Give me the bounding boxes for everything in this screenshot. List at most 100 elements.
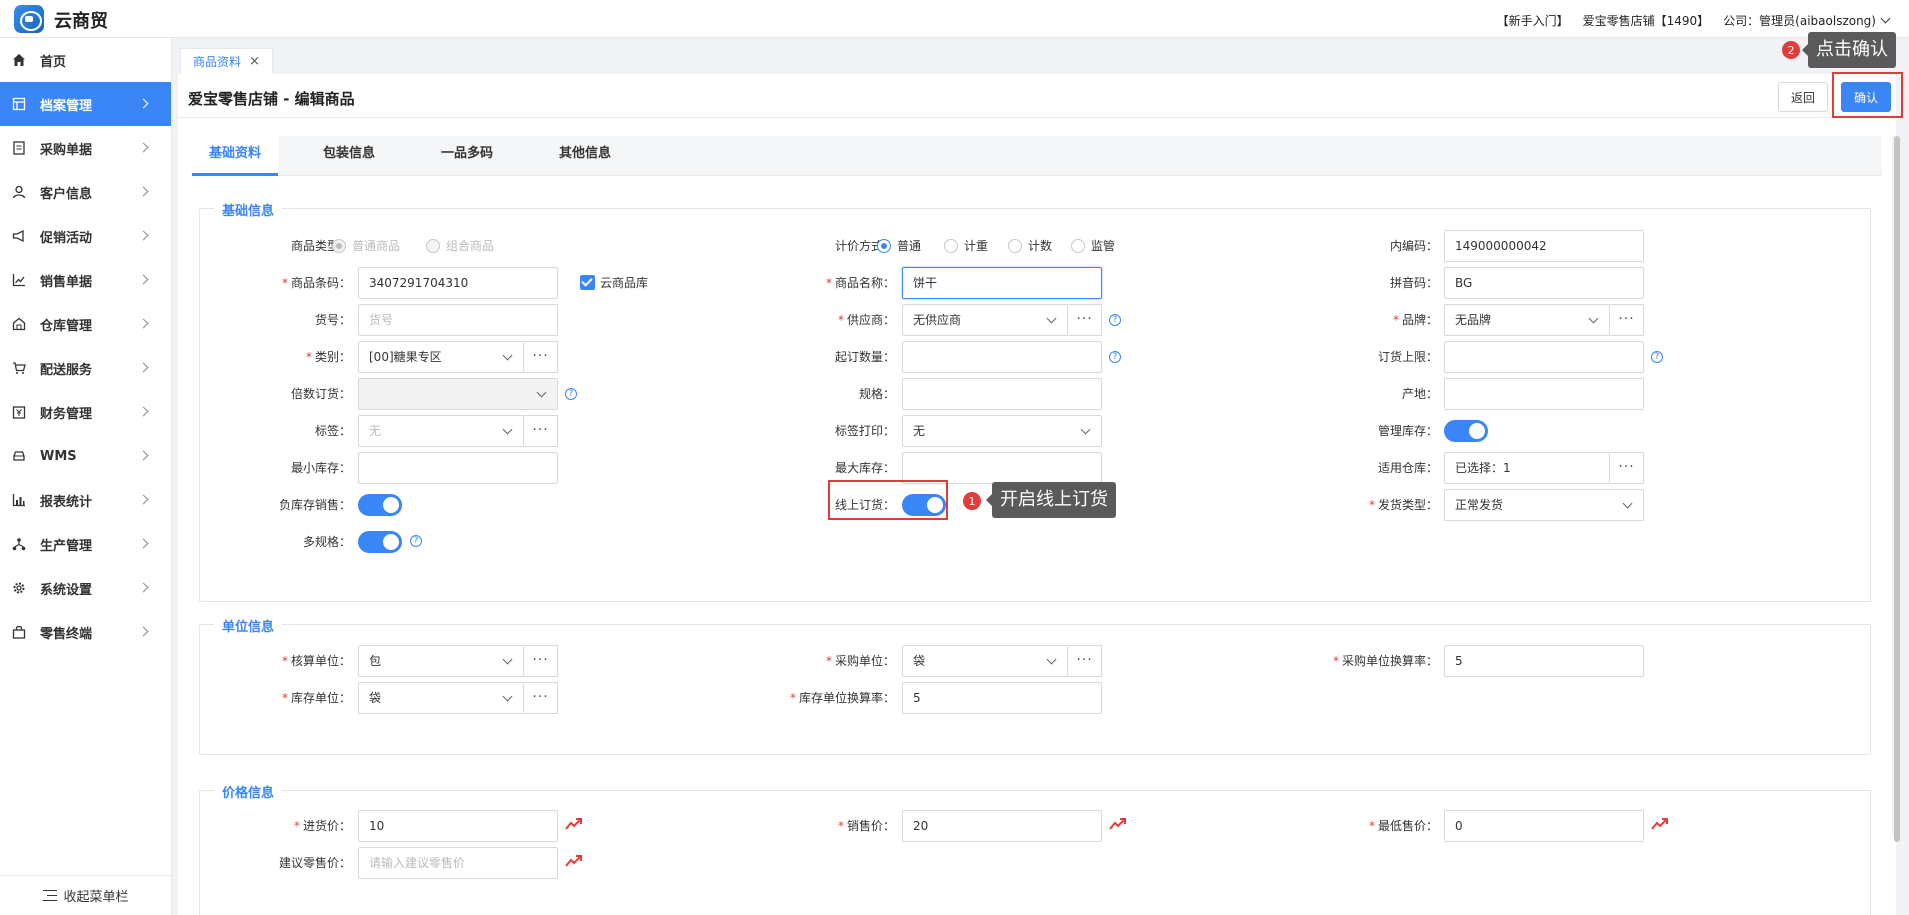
item-no-input[interactable]: 货号 bbox=[358, 304, 558, 336]
pinyin-input[interactable]: BG bbox=[1444, 267, 1644, 299]
price-trend-icon[interactable] bbox=[1109, 817, 1127, 831]
supplier-more-button[interactable]: ··· bbox=[1068, 304, 1102, 336]
warehouse-select[interactable]: 已选择：1 bbox=[1444, 452, 1610, 484]
order-limit-input[interactable] bbox=[1444, 341, 1644, 373]
warehouse-more-button[interactable]: ··· bbox=[1610, 452, 1644, 484]
sidebar-item-customer[interactable]: 客户信息 bbox=[0, 170, 171, 214]
accounting-unit-select[interactable]: 包 bbox=[358, 645, 524, 677]
tab-packaging-info[interactable]: 包装信息 bbox=[306, 136, 392, 176]
min-stock-label: 最小库存： bbox=[290, 461, 351, 475]
purchase-unit-select[interactable]: 袋 bbox=[902, 645, 1068, 677]
sidebar-item-delivery[interactable]: 配送服务 bbox=[0, 346, 171, 390]
sidebar-item-label: 采购单据 bbox=[40, 142, 93, 158]
beginner-guide-link[interactable]: 【新手入门】 bbox=[1497, 12, 1569, 29]
collapse-menu-button[interactable]: 收起菜单栏 bbox=[0, 875, 172, 915]
inner-code-input[interactable]: 149000000042 bbox=[1444, 230, 1644, 262]
back-button[interactable]: 返回 bbox=[1778, 82, 1828, 112]
ship-type-select[interactable]: 正常发货 bbox=[1444, 489, 1644, 521]
chevron-right-icon bbox=[138, 362, 149, 373]
min-order-label: 起订数量： bbox=[834, 350, 895, 364]
chevron-down-icon bbox=[1622, 498, 1633, 509]
sale-price-input[interactable]: 20 bbox=[902, 810, 1102, 842]
radio-pricing-regulated[interactable] bbox=[1071, 239, 1085, 253]
min-order-input[interactable] bbox=[902, 341, 1102, 373]
radio-normal-product[interactable] bbox=[332, 239, 346, 253]
stock-unit-more-button[interactable]: ··· bbox=[524, 682, 558, 714]
sidebar-item-wms[interactable]: WMS bbox=[0, 434, 171, 478]
archive-icon bbox=[12, 97, 26, 111]
cost-price-input[interactable]: 10 bbox=[358, 810, 558, 842]
multiple-order-select[interactable] bbox=[358, 378, 558, 410]
help-icon[interactable]: ? bbox=[565, 388, 577, 400]
purchase-unit-label: * 采购单位： bbox=[825, 654, 895, 668]
origin-input[interactable] bbox=[1444, 378, 1644, 410]
sidebar-item-retail-terminal[interactable]: 零售终端 bbox=[0, 610, 171, 654]
product-name-label: * 商品名称： bbox=[825, 276, 895, 290]
tag-select[interactable]: 无 bbox=[358, 415, 524, 447]
sidebar-item-finance[interactable]: 财务管理 bbox=[0, 390, 171, 434]
purchase-rate-input[interactable]: 5 bbox=[1444, 645, 1644, 677]
brand-more-button[interactable]: ··· bbox=[1610, 304, 1644, 336]
sidebar-item-reports[interactable]: 报表统计 bbox=[0, 478, 171, 522]
help-icon[interactable]: ? bbox=[1109, 314, 1121, 326]
category-select[interactable]: [00]糖果专区 bbox=[358, 341, 524, 373]
multi-spec-label: 多规格： bbox=[302, 535, 351, 549]
brand-select[interactable]: 无品牌 bbox=[1444, 304, 1610, 336]
suggested-retail-input[interactable]: 请输入建议零售价 bbox=[358, 847, 558, 879]
inner-code-label: 内编码： bbox=[1389, 239, 1438, 253]
stock-rate-input[interactable]: 5 bbox=[902, 682, 1102, 714]
supplier-select[interactable]: 无供应商 bbox=[902, 304, 1068, 336]
sidebar-item-home[interactable]: 首页 bbox=[0, 38, 171, 82]
radio-pricing-count[interactable] bbox=[1008, 239, 1022, 253]
close-icon[interactable]: × bbox=[249, 54, 260, 69]
barcode-input[interactable]: 3407291704310 bbox=[358, 267, 558, 299]
product-name-input[interactable]: 饼干 bbox=[902, 267, 1102, 299]
tab-multi-barcode[interactable]: 一品多码 bbox=[424, 136, 510, 176]
radio-pricing-normal[interactable] bbox=[877, 239, 891, 253]
price-trend-icon[interactable] bbox=[565, 817, 583, 831]
ship-type-label: * 发货类型： bbox=[1368, 498, 1438, 512]
cloud-library-checkbox[interactable] bbox=[580, 275, 595, 290]
tag-print-label: 标签打印： bbox=[834, 424, 895, 438]
sidebar-item-archive[interactable]: 档案管理 bbox=[0, 82, 171, 126]
negative-stock-sale-switch[interactable] bbox=[358, 494, 402, 516]
scrollbar-thumb[interactable] bbox=[1894, 136, 1900, 842]
tag-more-button[interactable]: ··· bbox=[524, 415, 558, 447]
sidebar-item-label: 报表统计 bbox=[40, 494, 93, 510]
category-more-button[interactable]: ··· bbox=[524, 341, 558, 373]
multi-spec-switch[interactable] bbox=[358, 531, 402, 553]
company-user-menu[interactable]: 公司：管理员(aibaolszong) bbox=[1723, 12, 1891, 29]
help-icon[interactable]: ? bbox=[410, 535, 422, 547]
accounting-unit-label: * 核算单位： bbox=[281, 654, 351, 668]
purchase-unit-more-button[interactable]: ··· bbox=[1068, 645, 1102, 677]
tab-other-info[interactable]: 其他信息 bbox=[542, 136, 628, 176]
spec-input[interactable] bbox=[902, 378, 1102, 410]
radio-pricing-weight[interactable] bbox=[944, 239, 958, 253]
accounting-unit-more-button[interactable]: ··· bbox=[524, 645, 558, 677]
min-stock-input[interactable] bbox=[358, 452, 558, 484]
sidebar-item-sales[interactable]: 销售单据 bbox=[0, 258, 171, 302]
collapse-menu-label: 收起菜单栏 bbox=[63, 890, 129, 905]
chevron-right-icon bbox=[138, 142, 149, 153]
tab-label: 商品资料 bbox=[193, 55, 242, 69]
manage-stock-switch[interactable] bbox=[1444, 420, 1488, 442]
sidebar-item-warehouse[interactable]: 仓库管理 bbox=[0, 302, 171, 346]
lowest-price-input[interactable]: 0 bbox=[1444, 810, 1644, 842]
help-icon[interactable]: ? bbox=[1109, 351, 1121, 363]
sidebar-item-production[interactable]: 生产管理 bbox=[0, 522, 171, 566]
radio-combo-product[interactable] bbox=[426, 239, 440, 253]
price-trend-icon[interactable] bbox=[565, 854, 583, 868]
item-no-label: 货号： bbox=[314, 313, 351, 327]
tab-basic-info[interactable]: 基础资料 bbox=[192, 136, 278, 176]
sidebar-item-settings[interactable]: 系统设置 bbox=[0, 566, 171, 610]
help-icon[interactable]: ? bbox=[1651, 351, 1663, 363]
top-right-info: 【新手入门】 爱宝零售店铺【1490】 公司：管理员(aibaolszong) bbox=[1497, 12, 1891, 29]
pricing-method-label: 计价方式： bbox=[834, 239, 895, 253]
price-trend-icon[interactable] bbox=[1651, 817, 1669, 831]
radio-label: 监管 bbox=[1091, 239, 1116, 253]
tab-product-info[interactable]: 商品资料 × bbox=[180, 48, 273, 74]
tag-print-select[interactable]: 无 bbox=[902, 415, 1102, 447]
stock-unit-select[interactable]: 袋 bbox=[358, 682, 524, 714]
sidebar-item-purchase[interactable]: 采购单据 bbox=[0, 126, 171, 170]
sidebar-item-promotion[interactable]: 促销活动 bbox=[0, 214, 171, 258]
